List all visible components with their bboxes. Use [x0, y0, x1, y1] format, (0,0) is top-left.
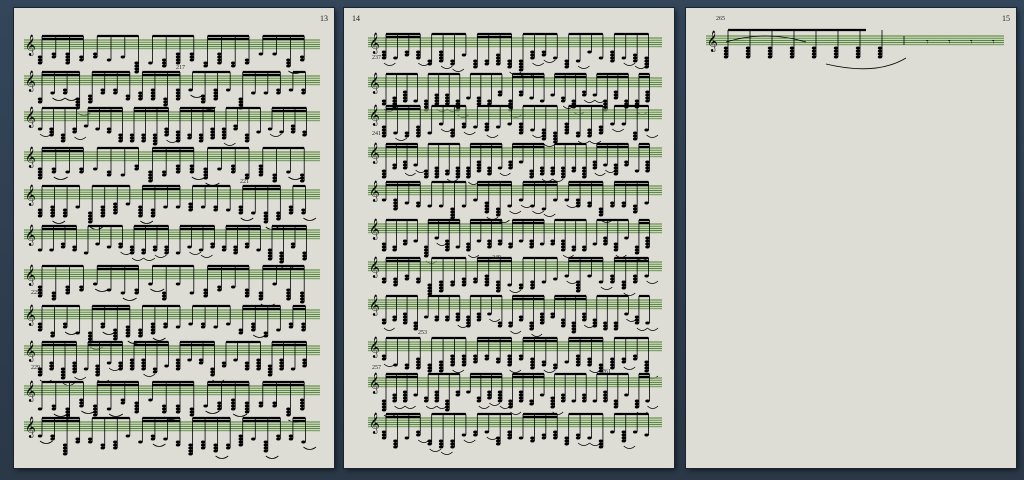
treble-clef-icon: 𝄞	[25, 147, 36, 168]
treble-clef-icon: 𝄞	[25, 341, 36, 362]
treble-clef-icon: 𝄞	[369, 373, 380, 394]
score-page-13[interactable]: 𝄞 𝄞 𝄞 𝄞 𝄞 𝄞 𝄞 𝄞 𝄞 𝄞 𝄞 13 217 221 225 229	[14, 8, 334, 468]
staff-system: 𝄞	[24, 106, 320, 146]
staff-system: 𝄞	[368, 142, 662, 185]
staff-system: 𝄞	[24, 34, 320, 74]
measure-number: 229	[31, 365, 40, 371]
measure-number: 265	[716, 16, 725, 22]
measure-number: 217	[176, 65, 185, 71]
treble-clef-icon: 𝄞	[707, 31, 718, 52]
treble-clef-icon: 𝄞	[25, 417, 36, 438]
treble-clef-icon: 𝄞	[369, 73, 380, 94]
staff-system: 𝄞	[24, 416, 320, 459]
rest-icon: 𝄾	[992, 37, 995, 48]
treble-clef-icon: 𝄞	[369, 181, 380, 202]
measure-number: 237	[372, 55, 381, 61]
treble-clef-icon: 𝄞	[369, 33, 380, 54]
treble-clef-icon: 𝄞	[369, 337, 380, 358]
staff-system: 𝄞	[24, 146, 320, 186]
score-page-15[interactable]: 𝄞 𝄾 𝄾 𝄾 𝄾 15 265	[686, 8, 1016, 468]
measure-number: 225	[31, 290, 40, 296]
treble-clef-icon: 𝄞	[369, 413, 380, 434]
measure-number: 249	[492, 255, 501, 261]
treble-clef-icon: 𝄞	[369, 295, 380, 316]
page-number: 14	[352, 14, 360, 23]
treble-clef-icon: 𝄞	[25, 265, 36, 286]
rest-icon: 𝄾	[926, 37, 929, 48]
music-staves: 𝄞 𝄾 𝄾 𝄾 𝄾	[706, 28, 1004, 70]
score-page-14[interactable]: 𝄞 𝄞 𝄞 𝄞 𝄞 𝄞 𝄞 𝄞 𝄞 𝄞 𝄞 14 237 241 249 253 257 261	[344, 8, 674, 468]
staff-system: 𝄞 𝄾 𝄾 𝄾 𝄾	[706, 28, 1004, 70]
treble-clef-icon: 𝄞	[25, 185, 36, 206]
staff-system: 𝄞	[368, 336, 662, 379]
staff-system: 𝄞	[368, 412, 662, 455]
score-viewport[interactable]: 𝄞 𝄞 𝄞 𝄞 𝄞 𝄞 𝄞 𝄞 𝄞 𝄞 𝄞 13 217 221 225 229 𝄞 𝄞 𝄞 𝄞 𝄞 𝄞 𝄞 𝄞 𝄞…	[0, 0, 1024, 480]
staff-system: 𝄞	[24, 184, 320, 230]
treble-clef-icon: 𝄞	[25, 107, 36, 128]
measure-number: 257	[372, 365, 381, 371]
staff-system: 𝄞	[368, 372, 662, 418]
staff-system: 𝄞	[24, 340, 320, 386]
treble-clef-icon: 𝄞	[25, 225, 36, 246]
music-staves: 𝄞 𝄞 𝄞 𝄞 𝄞 𝄞 𝄞 𝄞 𝄞 𝄞 𝄞	[24, 34, 320, 459]
staff-system: 𝄞	[368, 180, 662, 223]
measure-number: 241	[372, 131, 381, 137]
staff-system: 𝄞	[368, 218, 662, 264]
measure-number: 261	[602, 369, 611, 375]
treble-clef-icon: 𝄞	[25, 305, 36, 326]
staff-system: 𝄞	[368, 32, 662, 78]
treble-clef-icon: 𝄞	[25, 381, 36, 402]
staff-system: 𝄞	[368, 104, 662, 147]
music-staves: 𝄞 𝄞 𝄞 𝄞 𝄞 𝄞 𝄞 𝄞 𝄞 𝄞 𝄞	[368, 32, 662, 455]
measure-number: 221	[240, 179, 249, 185]
staff-system: 𝄞	[368, 294, 662, 337]
treble-clef-icon: 𝄞	[369, 105, 380, 126]
page-number: 13	[320, 14, 328, 23]
staff-system: 𝄞	[24, 264, 320, 307]
treble-clef-icon: 𝄞	[369, 257, 380, 278]
treble-clef-icon: 𝄞	[25, 71, 36, 92]
rest-icon: 𝄾	[970, 37, 973, 48]
rest-icon: 𝄾	[948, 37, 951, 48]
treble-clef-icon: 𝄞	[369, 219, 380, 240]
staff-system: 𝄞	[368, 256, 662, 296]
treble-clef-icon: 𝄞	[25, 35, 36, 56]
page-number: 15	[1002, 14, 1010, 23]
treble-clef-icon: 𝄞	[369, 143, 380, 164]
staff-system: 𝄞	[24, 380, 320, 423]
measure-number: 253	[418, 330, 427, 336]
staff-system: 𝄞	[24, 224, 320, 270]
